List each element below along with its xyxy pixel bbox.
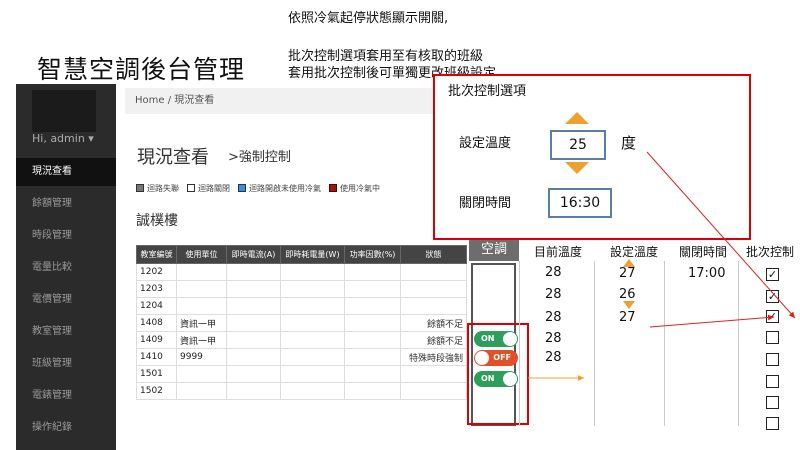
annotation-arrows bbox=[528, 151, 796, 381]
annotation-arrow-to-batch bbox=[649, 314, 775, 328]
annotation-arrow-to-checkbox bbox=[646, 151, 796, 319]
